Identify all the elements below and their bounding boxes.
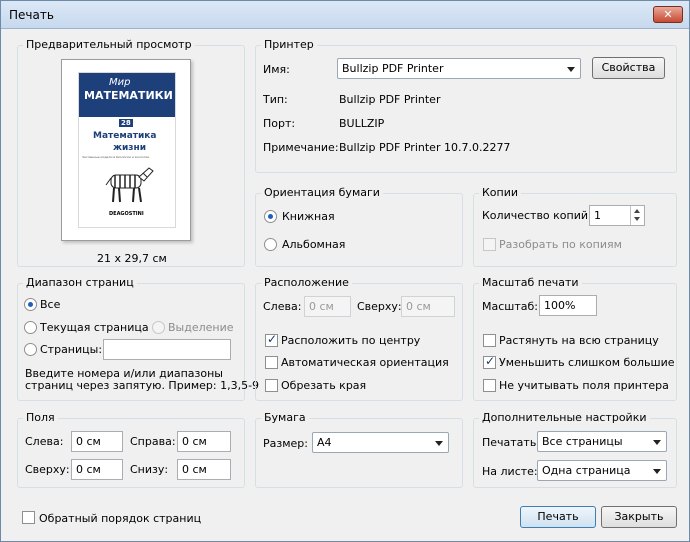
extra-per-sheet-label: На листе: bbox=[482, 465, 538, 478]
printer-properties-button[interactable]: Свойства bbox=[592, 57, 665, 79]
scale-legend: Масштаб печати bbox=[479, 276, 582, 289]
scale-ignore-margins-checkbox[interactable] bbox=[483, 379, 496, 392]
orientation-landscape-label[interactable]: Альбомная bbox=[282, 238, 345, 251]
range-hint-line2: страниц через запятую. Пример: 1,3,5-9 bbox=[25, 379, 260, 392]
reverse-order-label[interactable]: Обратный порядок страниц bbox=[39, 512, 201, 525]
range-all-radio[interactable] bbox=[24, 298, 37, 311]
collate-checkbox[interactable] bbox=[483, 238, 496, 251]
printer-note-label: Примечание: bbox=[263, 141, 339, 154]
printer-port-label: Порт: bbox=[263, 117, 296, 130]
margins-top-input[interactable]: 0 см bbox=[71, 459, 123, 480]
printer-type-label: Тип: bbox=[263, 93, 288, 106]
scale-shrink-checkbox[interactable] bbox=[483, 354, 496, 369]
margins-top-label: Сверху: bbox=[25, 463, 70, 476]
preview-page: Мир МАТЕМАТИКИ 28 Математика жизни Числе… bbox=[61, 59, 191, 241]
range-pages-radio[interactable] bbox=[24, 343, 37, 356]
copies-count-input[interactable]: 1 bbox=[589, 205, 645, 226]
scale-shrink-label[interactable]: Уменьшить слишком большие bbox=[499, 356, 675, 369]
printer-name-select[interactable]: Bullzip PDF Printer bbox=[337, 58, 581, 79]
orientation-portrait-radio[interactable] bbox=[264, 210, 277, 223]
printer-note-value: Bullzip PDF Printer 10.7.0.2277 bbox=[339, 141, 511, 154]
layout-top-label: Сверху: bbox=[357, 300, 402, 313]
print-dialog: Печать ✕ Предварительный просмотр Мир МА… bbox=[0, 0, 690, 542]
page-range-legend: Диапазон страниц bbox=[23, 276, 137, 289]
cover-subtitle: Численные модели в биологии и экологии bbox=[82, 155, 150, 159]
layout-center-label[interactable]: Расположить по центру bbox=[281, 334, 420, 347]
layout-top-input[interactable]: 0 см bbox=[401, 296, 455, 317]
scale-ignore-margins-label[interactable]: Не учитывать поля принтера bbox=[499, 379, 669, 392]
preview-size-text: 21 x 29,7 см bbox=[97, 252, 167, 265]
layout-crop-label[interactable]: Обрезать края bbox=[281, 379, 366, 392]
printer-type-value: Bullzip PDF Printer bbox=[339, 93, 441, 106]
margins-left-input[interactable]: 0 см bbox=[71, 431, 123, 452]
cover-brand: МАТЕМАТИКИ bbox=[84, 89, 173, 102]
layout-crop-checkbox[interactable] bbox=[265, 379, 278, 392]
margins-right-label: Справа: bbox=[130, 435, 176, 448]
printer-name-label: Имя: bbox=[263, 63, 290, 76]
spin-down-icon[interactable] bbox=[634, 217, 640, 221]
copies-group: Копии bbox=[473, 186, 677, 267]
cover-volume: 28 bbox=[119, 119, 133, 127]
paper-size-label: Размер: bbox=[263, 437, 308, 450]
scale-label: Масштаб: bbox=[482, 300, 538, 313]
scale-stretch-checkbox[interactable] bbox=[483, 334, 496, 347]
margins-left-label: Слева: bbox=[25, 435, 64, 448]
copies-spinner[interactable] bbox=[630, 206, 644, 225]
range-current-label[interactable]: Текущая страница bbox=[40, 321, 149, 334]
printer-legend: Принтер bbox=[261, 38, 317, 51]
layout-auto-orient-label[interactable]: Автоматическая ориентация bbox=[281, 356, 449, 369]
extra-print-select[interactable]: Все страницы bbox=[537, 431, 667, 452]
window-title: Печать bbox=[9, 8, 54, 22]
chevron-down-icon bbox=[435, 441, 443, 446]
margins-bottom-label: Снизу: bbox=[130, 463, 169, 476]
chevron-down-icon bbox=[653, 469, 661, 474]
margins-legend: Поля bbox=[23, 411, 58, 424]
title-bar[interactable]: Печать ✕ bbox=[1, 1, 689, 29]
copies-legend: Копии bbox=[479, 186, 522, 199]
zebra-image bbox=[105, 167, 154, 203]
cover-publisher: DEAGOSTINI bbox=[109, 211, 144, 217]
book-cover-thumbnail: Мир МАТЕМАТИКИ 28 Математика жизни Числе… bbox=[78, 72, 176, 228]
layout-left-input[interactable]: 0 см bbox=[304, 296, 351, 317]
margins-bottom-input[interactable]: 0 см bbox=[177, 459, 231, 480]
orientation-portrait-label[interactable]: Книжная bbox=[282, 210, 335, 223]
preview-legend: Предварительный просмотр bbox=[23, 38, 195, 51]
orientation-group: Ориентация бумаги bbox=[255, 186, 463, 267]
range-all-label[interactable]: Все bbox=[40, 298, 60, 311]
cover-series: Мир bbox=[109, 77, 131, 88]
chevron-down-icon bbox=[653, 440, 661, 445]
scale-stretch-label[interactable]: Растянуть на всю страницу bbox=[499, 334, 659, 347]
collate-label: Разобрать по копиям bbox=[499, 238, 622, 251]
range-pages-label[interactable]: Страницы: bbox=[40, 343, 102, 356]
printer-port-value: BULLZIP bbox=[339, 117, 385, 130]
layout-legend: Расположение bbox=[261, 276, 352, 289]
range-current-radio[interactable] bbox=[24, 321, 37, 334]
extra-print-label: Печатать: bbox=[482, 436, 541, 449]
paper-group: Бумага bbox=[255, 411, 463, 488]
close-window-button[interactable]: ✕ bbox=[653, 6, 683, 23]
scale-input[interactable]: 100% bbox=[539, 295, 597, 316]
chevron-down-icon bbox=[567, 67, 575, 72]
paper-size-select[interactable]: A4 bbox=[312, 432, 449, 453]
orientation-landscape-radio[interactable] bbox=[264, 238, 277, 251]
copies-count-label: Количество копий: bbox=[482, 209, 592, 222]
layout-left-label: Слева: bbox=[263, 300, 302, 313]
range-selection-radio[interactable] bbox=[152, 321, 165, 334]
layout-center-checkbox[interactable] bbox=[265, 332, 278, 347]
extra-per-sheet-select[interactable]: Одна страница bbox=[537, 460, 667, 481]
orientation-legend: Ориентация бумаги bbox=[261, 186, 383, 199]
paper-legend: Бумага bbox=[261, 411, 309, 424]
layout-auto-orient-checkbox[interactable] bbox=[265, 356, 278, 369]
spin-up-icon[interactable] bbox=[634, 209, 640, 213]
cover-title-line2: жизни bbox=[113, 143, 147, 153]
reverse-order-checkbox[interactable] bbox=[22, 511, 35, 524]
range-selection-label: Выделение bbox=[168, 321, 234, 334]
margins-right-input[interactable]: 0 см bbox=[177, 431, 231, 452]
cover-title-line1: Математика bbox=[93, 131, 157, 141]
range-pages-input[interactable] bbox=[103, 339, 231, 360]
close-button[interactable]: Закрыть bbox=[601, 506, 677, 528]
extra-legend: Дополнительные настройки bbox=[479, 411, 650, 424]
print-button[interactable]: Печать bbox=[520, 506, 596, 528]
